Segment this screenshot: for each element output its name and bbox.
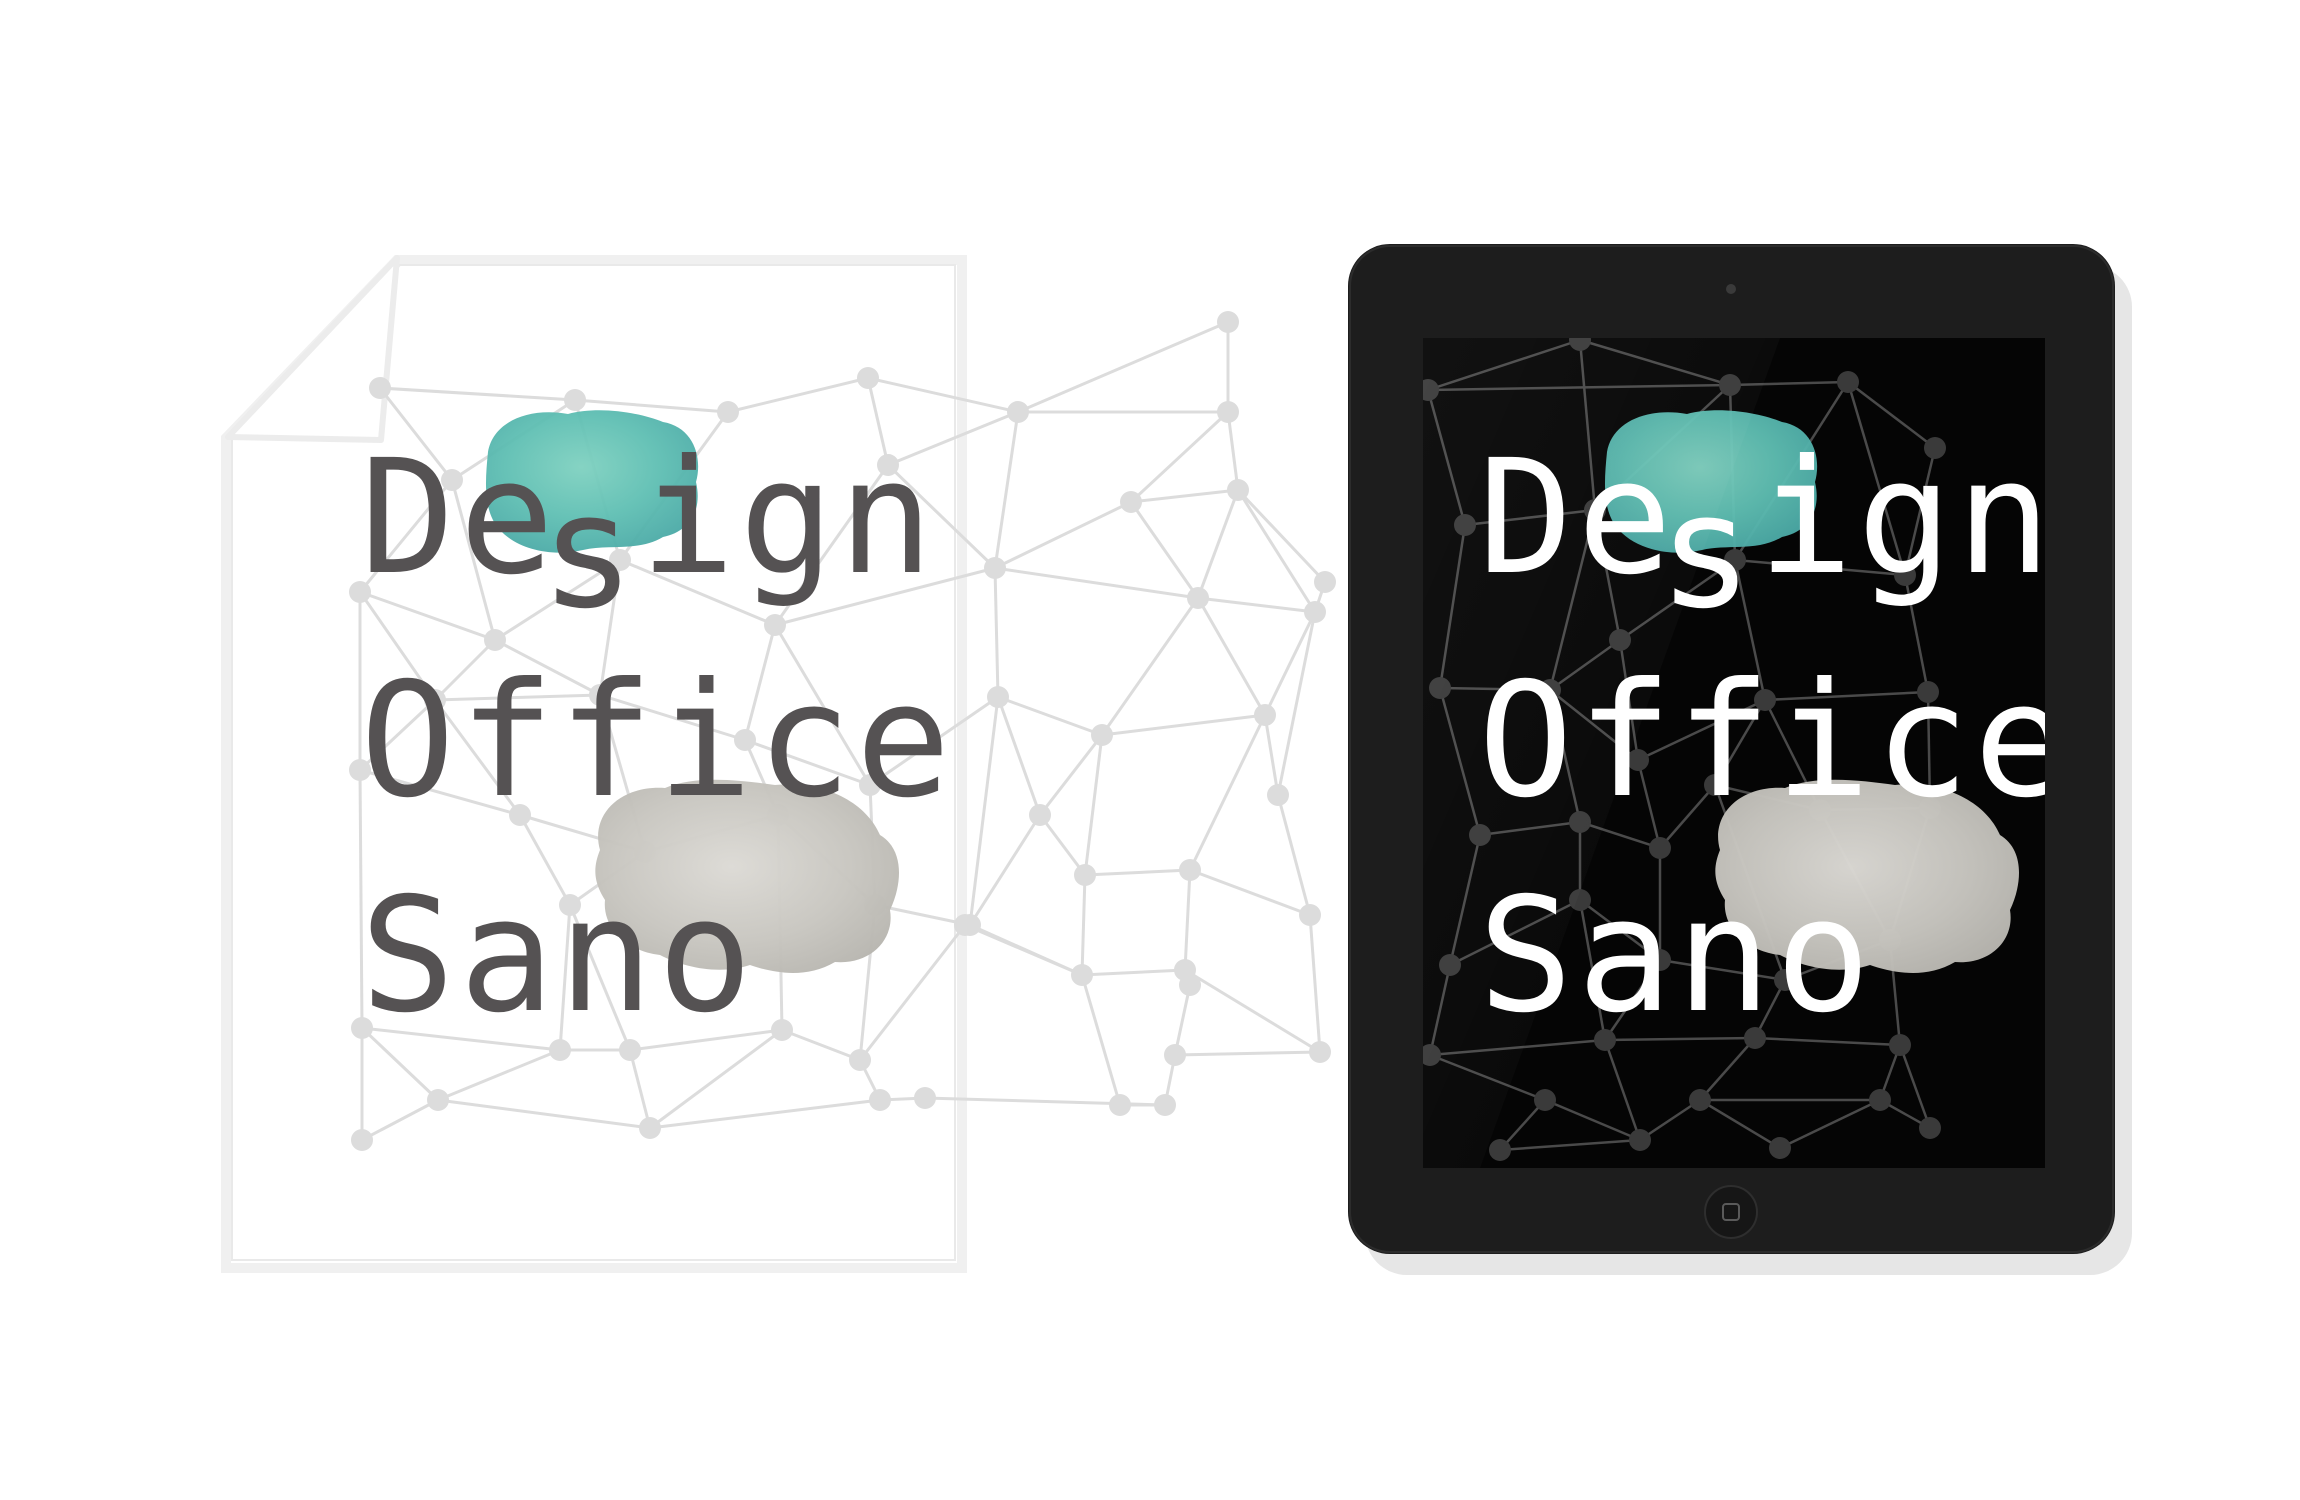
network-light-link — [1129, 501, 1200, 599]
network-light-link — [968, 696, 1000, 926]
network-light-node — [954, 914, 976, 936]
network-light-node — [987, 686, 1009, 708]
network-light-link — [994, 500, 1132, 570]
network-light-node — [1007, 401, 1029, 423]
network-light-node — [484, 629, 506, 651]
network-light-node — [564, 389, 586, 411]
network-light-link — [1188, 714, 1267, 871]
network-dark-node — [1919, 1117, 1941, 1139]
network-light-node — [1071, 964, 1093, 986]
paper-logo-line3: Sano — [360, 864, 757, 1048]
network-light-link — [1196, 489, 1240, 599]
network-light-link — [1226, 411, 1240, 491]
network-dark-node — [1769, 1137, 1791, 1159]
network-light-node — [1109, 1094, 1131, 1116]
network-light-link — [1017, 320, 1229, 414]
network-dark-node — [1534, 1089, 1556, 1111]
network-light-node — [1254, 704, 1276, 726]
network-light-link — [1129, 410, 1230, 504]
paper-logo-line2: Office — [360, 649, 955, 833]
network-light-node — [849, 1049, 871, 1071]
network-dark-node — [1629, 1129, 1651, 1151]
tablet-logo-line1-rest: ign — [1758, 426, 2055, 610]
network-light-node — [1267, 784, 1289, 806]
network-light-link — [1184, 968, 1321, 1054]
network-light-link — [1263, 611, 1317, 716]
camera-icon — [1726, 284, 1736, 294]
network-light-node — [1029, 804, 1051, 826]
network-light-node — [1304, 601, 1326, 623]
network-light-node — [914, 1087, 936, 1109]
network-light-node — [1091, 724, 1113, 746]
network-light-link — [1236, 489, 1317, 613]
network-light-node — [1217, 401, 1239, 423]
network-light-link — [1130, 488, 1239, 504]
network-light-node — [1164, 1044, 1186, 1066]
network-light-link — [1276, 794, 1312, 916]
network-light-node — [857, 367, 879, 389]
network-light-link — [1189, 868, 1311, 917]
home-button-icon[interactable] — [1704, 1185, 1758, 1239]
network-light-node — [1187, 587, 1209, 609]
network-light-node — [351, 1129, 373, 1151]
network-light-node — [1309, 1041, 1331, 1063]
network-light-node — [1314, 571, 1336, 593]
network-light-node — [639, 1117, 661, 1139]
network-light-link — [996, 696, 1042, 816]
network-dark-node — [1489, 1139, 1511, 1161]
network-light-link — [1183, 869, 1192, 971]
network-light-link — [1276, 611, 1317, 796]
network-light-link — [997, 695, 1103, 737]
network-light-node — [1227, 479, 1249, 501]
network-light-node — [427, 1089, 449, 1111]
network-light-node — [1154, 1094, 1176, 1116]
network-dark-node — [1889, 1034, 1911, 1056]
network-light-node — [869, 1089, 891, 1111]
network-light-link — [1197, 596, 1316, 614]
network-light-link — [1100, 597, 1200, 736]
network-light-node — [1217, 311, 1239, 333]
network-light-link — [1308, 914, 1322, 1053]
paper-logo: De s ign Office Sano — [360, 410, 955, 1048]
network-light-node — [1179, 859, 1201, 881]
scene: De s ign Office Sano De s ign Office — [221, 244, 2132, 1275]
network-light-link — [994, 566, 1199, 600]
network-dark-node — [1837, 371, 1859, 393]
network-light-link — [1038, 814, 1087, 876]
network-light-node — [984, 557, 1006, 579]
network-light-node — [369, 377, 391, 399]
network-light-link — [1084, 868, 1191, 877]
network-light-link — [964, 923, 1083, 977]
paper-logo-line1: De — [360, 426, 558, 610]
paper-logo-line1-rest: ign — [640, 426, 937, 610]
network-light-link — [1174, 1050, 1321, 1057]
network-dark-node — [1869, 1089, 1891, 1111]
network-light-node — [1074, 864, 1096, 886]
network-light-link — [993, 567, 1000, 698]
network-light-link — [1101, 713, 1266, 737]
network-light-node — [1120, 491, 1142, 513]
network-light-link — [1196, 597, 1267, 716]
network-light-node — [717, 401, 739, 423]
network-light-link — [1080, 874, 1087, 976]
network-light-link — [1081, 968, 1186, 977]
network-light-link — [1263, 714, 1280, 796]
paper-logo-descender-s: s — [540, 460, 639, 644]
network-light-node — [1299, 904, 1321, 926]
network-light-link — [993, 411, 1020, 569]
network-light-node — [764, 614, 786, 636]
network-dark-node — [1689, 1089, 1711, 1111]
network-light-node — [1179, 974, 1201, 996]
network-dark-node — [1649, 837, 1671, 859]
network-light-link — [1080, 974, 1122, 1106]
network-light-node — [771, 1019, 793, 1041]
network-light-link — [1236, 488, 1327, 584]
